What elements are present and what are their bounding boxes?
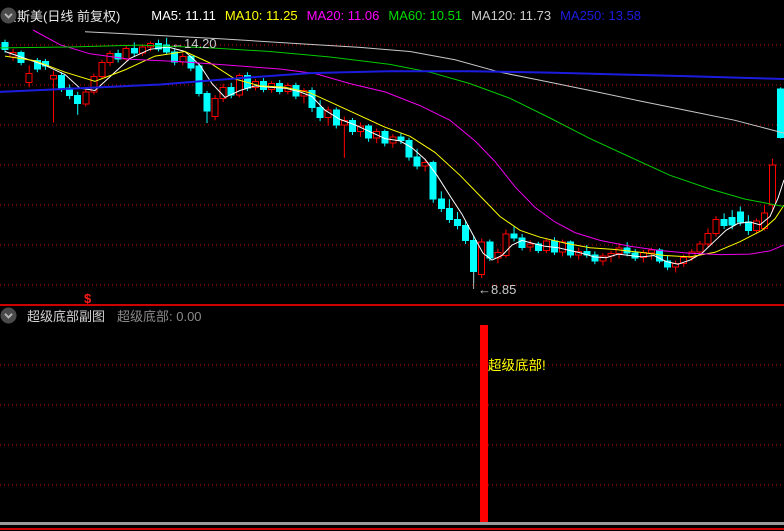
ma10-label: MA10: 11.25 [224, 7, 298, 23]
ma20-label: MA20: 11.06 [306, 7, 380, 23]
stock-title: 贝斯美(日线 前复权) [4, 8, 121, 24]
svg-text:$: $ [84, 291, 92, 305]
ma60-label: MA60: 10.51 [388, 7, 463, 23]
indicator-chevron-down-icon[interactable] [0, 307, 21, 324]
ma120-label: MA120: 11.73 [471, 7, 552, 23]
indicator-value: 超级底部: 0.00 [117, 308, 202, 324]
ma250-label: MA250: 13.58 [560, 7, 642, 23]
chart-header: 贝斯美(日线 前复权) MA5: 11.11 MA10: 11.25 MA20:… [0, 0, 784, 30]
ma5-label: MA5: 11.11 [151, 7, 216, 23]
indicator-header: 超级底部副图 超级底部: 0.00 [0, 306, 784, 324]
svg-text:超级底部!: 超级底部! [488, 358, 546, 373]
svg-text:←14.20: ←14.20 [171, 36, 217, 51]
candlestick-chart[interactable]: ←14.20 ←8.85 $ [0, 0, 784, 305]
app-window: ←14.20 ←8.85 $ 超级底部! 贝斯美(日线 前复权) MA5: 11.1… [0, 0, 784, 531]
svg-text:←8.85: ←8.85 [478, 282, 516, 297]
indicator-chart[interactable]: 超级底部! [0, 304, 784, 531]
indicator-title: 超级底部副图 [27, 308, 106, 324]
collapse-chevron-down-icon[interactable] [0, 7, 144, 24]
